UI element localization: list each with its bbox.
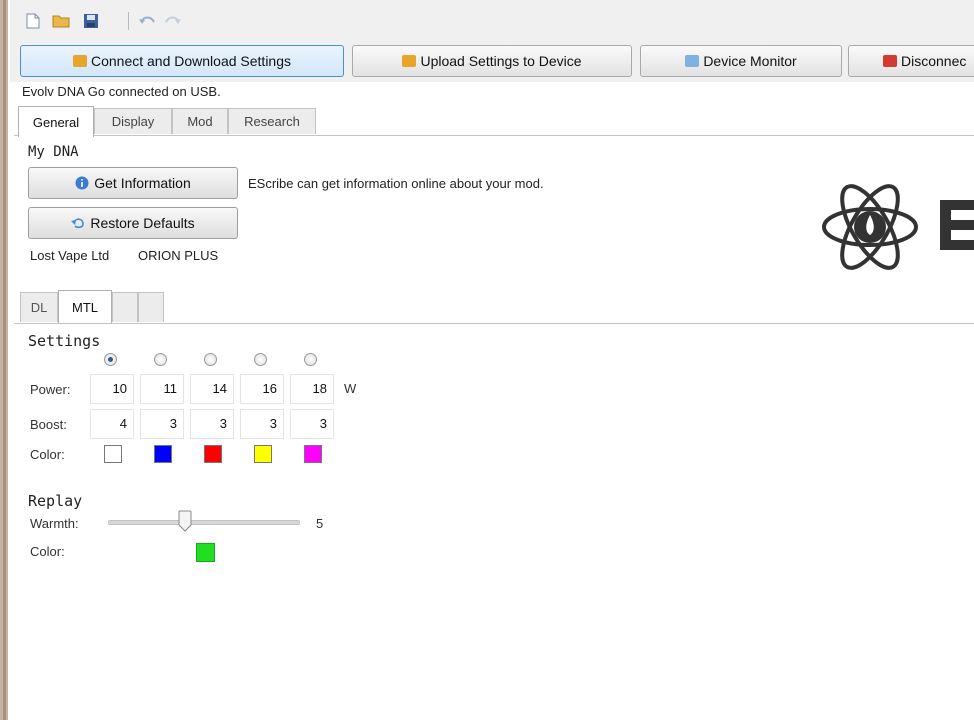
section-title: My DNA — [28, 144, 79, 160]
evolv-atom-logo — [822, 184, 918, 270]
power-field-4[interactable]: 16 — [240, 374, 284, 404]
monitor-icon — [685, 55, 700, 67]
profile-radio-4[interactable] — [254, 353, 267, 366]
boost-field-2[interactable]: 3 — [140, 409, 184, 439]
get-information-label: Get Information — [94, 175, 191, 191]
connect-download-button[interactable]: Connect and Download Settings — [20, 45, 344, 77]
profile-radio-5[interactable] — [304, 353, 317, 366]
boost-field-5[interactable]: 3 — [290, 409, 334, 439]
color-swatch-1[interactable] — [104, 445, 122, 463]
color-swatch-3[interactable] — [204, 445, 222, 463]
boost-label: Boost: — [30, 417, 67, 432]
evolv-logo-letter — [940, 200, 974, 250]
redo-icon[interactable] — [164, 12, 182, 30]
save-icon[interactable] — [82, 12, 100, 30]
settings-title: Settings — [28, 332, 101, 350]
power-field-5[interactable]: 18 — [290, 374, 334, 404]
replay-color-label: Color: — [30, 544, 65, 559]
info-icon — [75, 176, 89, 190]
upload-settings-label: Upload Settings to Device — [420, 53, 582, 69]
replay-color-swatch[interactable] — [196, 543, 215, 562]
power-field-2[interactable]: 11 — [140, 374, 184, 404]
get-information-description: EScribe can get information online about… — [248, 176, 544, 191]
boost-field-4[interactable]: 3 — [240, 409, 284, 439]
restore-icon — [71, 218, 85, 229]
power-field-3[interactable]: 14 — [190, 374, 234, 404]
restore-defaults-label: Restore Defaults — [90, 215, 195, 231]
connection-status: Evolv DNA Go connected on USB. — [22, 84, 221, 99]
color-label: Color: — [30, 447, 65, 462]
get-information-button[interactable]: Get Information — [28, 167, 238, 199]
profile-radio-2[interactable] — [154, 353, 167, 366]
warmth-label: Warmth: — [30, 516, 79, 531]
color-swatch-5[interactable] — [304, 445, 322, 463]
warmth-value: 5 — [316, 516, 324, 531]
warmth-slider-thumb[interactable] — [178, 510, 192, 532]
toolbar-separator — [128, 12, 129, 30]
command-bar: Connect and Download Settings Upload Set… — [10, 42, 974, 82]
upload-settings-button[interactable]: Upload Settings to Device — [352, 45, 632, 77]
profile-radio-3[interactable] — [204, 353, 217, 366]
color-swatch-4[interactable] — [254, 445, 272, 463]
boost-field-1[interactable]: 4 — [90, 409, 134, 439]
tab-research[interactable]: Research — [228, 108, 316, 134]
device-monitor-label: Device Monitor — [703, 53, 797, 69]
tab-display[interactable]: Display — [94, 108, 172, 134]
device-monitor-button[interactable]: Device Monitor — [640, 45, 842, 77]
power-field-1[interactable]: 10 — [90, 374, 134, 404]
disconnect-icon — [883, 55, 897, 67]
power-unit: W — [344, 381, 357, 396]
undo-icon[interactable] — [138, 12, 156, 30]
manufacturer-name: Lost Vape Ltd — [30, 248, 110, 263]
profile-tab-4[interactable] — [138, 292, 164, 322]
warmth-slider-track[interactable] — [108, 520, 300, 525]
color-swatch-2[interactable] — [154, 445, 172, 463]
profile-tab-divider — [14, 323, 974, 324]
power-label: Power: — [30, 382, 71, 397]
window-edge — [0, 0, 8, 720]
profile-tab-3[interactable] — [112, 292, 138, 322]
open-folder-icon[interactable] — [52, 12, 70, 30]
product-name: ORION PLUS — [138, 248, 219, 263]
restore-defaults-button[interactable]: Restore Defaults — [28, 207, 238, 239]
profile-tab-mtl[interactable]: MTL — [58, 290, 112, 323]
tab-mod[interactable]: Mod — [172, 108, 228, 134]
connect-download-label: Connect and Download Settings — [90, 53, 292, 69]
tab-divider — [14, 135, 974, 136]
profile-radio-1[interactable] — [104, 353, 117, 366]
profile-tab-dl[interactable]: DL — [20, 292, 58, 322]
tab-general[interactable]: General — [18, 106, 94, 137]
disconnect-button[interactable]: Disconnec — [848, 45, 974, 77]
upload-icon — [402, 55, 417, 67]
replay-title: Replay — [28, 492, 83, 510]
toolbar — [10, 0, 974, 42]
boost-field-3[interactable]: 3 — [190, 409, 234, 439]
disconnect-label: Disconnec — [901, 53, 967, 69]
new-file-icon[interactable] — [24, 12, 42, 30]
connect-icon — [72, 55, 87, 67]
